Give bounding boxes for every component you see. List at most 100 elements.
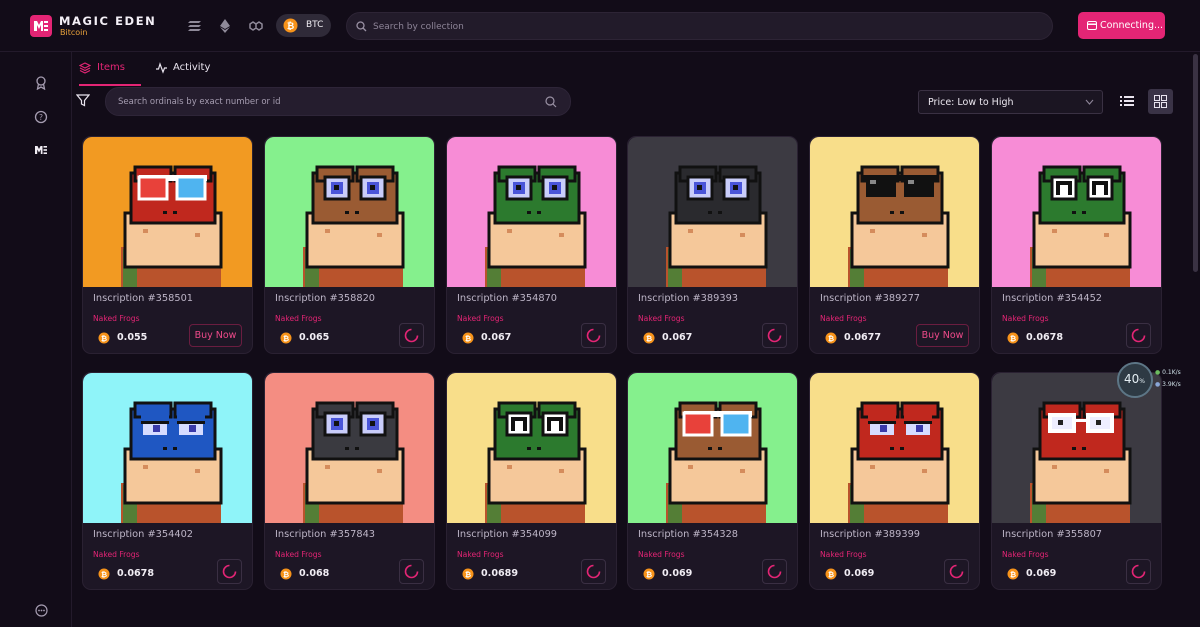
collection-search-input[interactable] [373,19,1013,34]
inscription-card[interactable]: Inscription #354099 Naked Frogs ₿ 0.0689 [446,372,617,590]
loading-button[interactable] [217,559,242,584]
frog-nft-image[interactable] [265,373,434,523]
inscription-card[interactable]: Inscription #354328 Naked Frogs ₿ 0.069 [627,372,798,590]
inscription-title: Inscription #389277 [820,293,921,304]
inscription-title: Inscription #354328 [638,529,739,540]
list-icon [1120,96,1134,106]
connect-wallet-button[interactable]: Connecting... [1078,12,1165,39]
layers-icon [79,62,91,74]
inscription-card[interactable]: Inscription #354870 Naked Frogs ₿ 0.067 [446,136,617,354]
loading-spinner-icon [1131,564,1146,579]
search-icon[interactable] [545,96,557,108]
inscription-card[interactable]: Inscription #389399 Naked Frogs ₿ 0.069 [809,372,980,590]
tab-activity-label: Activity [173,62,211,73]
speed-percent: 40% [1124,372,1145,386]
loading-spinner-icon [949,564,964,579]
filter-icon[interactable] [76,94,90,107]
bitcoin-icon: ₿ [98,568,110,580]
solana-icon[interactable] [186,17,204,35]
inscription-card[interactable]: Inscription #389277 Naked Frogs ₿ 0.0677 Buy… [809,136,980,354]
buy-now-button[interactable]: Buy Now [189,324,242,347]
inscription-card[interactable]: Inscription #354452 Naked Frogs ₿ 0.0678 [991,136,1162,354]
inscription-title: Inscription #354452 [1002,293,1103,304]
loading-button[interactable] [581,323,606,348]
loading-spinner-icon [767,328,782,343]
collection-name[interactable]: Naked Frogs [275,550,322,559]
loading-button[interactable] [399,559,424,584]
magic-eden-logo-icon[interactable] [30,15,52,37]
loading-button[interactable] [581,559,606,584]
loading-button[interactable] [1126,323,1151,348]
collection-name[interactable]: Naked Frogs [457,550,504,559]
upload-speed: ● 0.1K/s [1155,369,1181,376]
frog-nft-image[interactable] [810,373,979,523]
tab-activity[interactable]: Activity [155,52,215,86]
inscription-card[interactable]: Inscription #358820 Naked Frogs ₿ 0.065 [264,136,435,354]
loading-button[interactable] [1126,559,1151,584]
frog-nft-image[interactable] [447,137,616,287]
inscription-title: Inscription #358501 [93,293,194,304]
btc-label: BTC [306,20,324,30]
inscription-price: 0.0677 [844,332,882,343]
inscription-card[interactable]: Inscription #357843 Naked Frogs ₿ 0.068 [264,372,435,590]
btc-chain-selector[interactable]: ₿ BTC [276,14,331,37]
frog-nft-image[interactable] [265,137,434,287]
rewards-badge-icon[interactable] [34,76,48,90]
loading-button[interactable] [762,323,787,348]
svg-text:₿: ₿ [465,570,471,579]
collection-name[interactable]: Naked Frogs [820,550,867,559]
polygon-icon[interactable] [247,17,265,35]
search-icon [356,21,367,32]
help-icon[interactable]: ? [34,110,48,124]
svg-text:₿: ₿ [283,570,289,579]
collection-name[interactable]: Naked Frogs [1002,314,1049,323]
frog-nft-image[interactable] [628,373,797,523]
buy-now-button[interactable]: Buy Now [916,324,969,347]
bitcoin-icon: ₿ [462,568,474,580]
loading-button[interactable] [399,323,424,348]
list-view-button[interactable] [1114,89,1139,114]
inscription-card[interactable]: Inscription #355807 Naked Frogs ₿ 0.069 [991,372,1162,590]
inscription-price: 0.065 [299,332,330,343]
frog-nft-image[interactable] [810,137,979,287]
scrollbar-thumb[interactable] [1193,54,1198,272]
brand-name[interactable]: MAGIC EDEN [59,14,156,28]
svg-text:₿: ₿ [828,334,834,343]
inscription-title: Inscription #354099 [457,529,558,540]
svg-text:₿: ₿ [1010,570,1016,579]
ethereum-icon[interactable] [216,17,234,35]
collection-name[interactable]: Naked Frogs [457,314,504,323]
magic-eden-icon[interactable] [34,143,48,157]
collection-name[interactable]: Naked Frogs [275,314,322,323]
frog-nft-image[interactable] [992,137,1161,287]
sort-select[interactable]: Price: Low to High [918,90,1103,114]
collection-name[interactable]: Naked Frogs [820,314,867,323]
inscription-price: 0.069 [844,568,875,579]
ordinal-search[interactable] [105,87,571,116]
page-scrollbar[interactable] [1191,52,1200,627]
grid-view-button[interactable] [1148,89,1173,114]
inscription-card[interactable]: Inscription #389393 Naked Frogs ₿ 0.067 [627,136,798,354]
collection-name[interactable]: Naked Frogs [638,550,685,559]
frog-nft-image[interactable] [83,373,252,523]
collection-name[interactable]: Naked Frogs [1002,550,1049,559]
inscription-price: 0.0689 [481,568,519,579]
collection-search[interactable] [346,12,1053,40]
frog-nft-image[interactable] [83,137,252,287]
loading-button[interactable] [762,559,787,584]
ordinal-search-input[interactable] [118,95,528,109]
more-options-icon[interactable] [35,604,48,617]
network-speed-widget[interactable]: 40% ● 0.1K/s ● 3.9K/s [1117,362,1181,398]
inscription-price: 0.069 [662,568,693,579]
collection-name[interactable]: Naked Frogs [93,550,140,559]
tab-items[interactable]: Items [79,52,141,86]
collection-name[interactable]: Naked Frogs [93,314,140,323]
inscription-price: 0.067 [662,332,693,343]
loading-button[interactable] [944,559,969,584]
inscription-card[interactable]: Inscription #354402 Naked Frogs ₿ 0.0678 [82,372,253,590]
collection-name[interactable]: Naked Frogs [638,314,685,323]
frog-nft-image[interactable] [447,373,616,523]
frog-nft-image[interactable] [628,137,797,287]
inscription-card[interactable]: Inscription #358501 Naked Frogs ₿ 0.055 Buy … [82,136,253,354]
inscription-price: 0.0678 [117,568,155,579]
